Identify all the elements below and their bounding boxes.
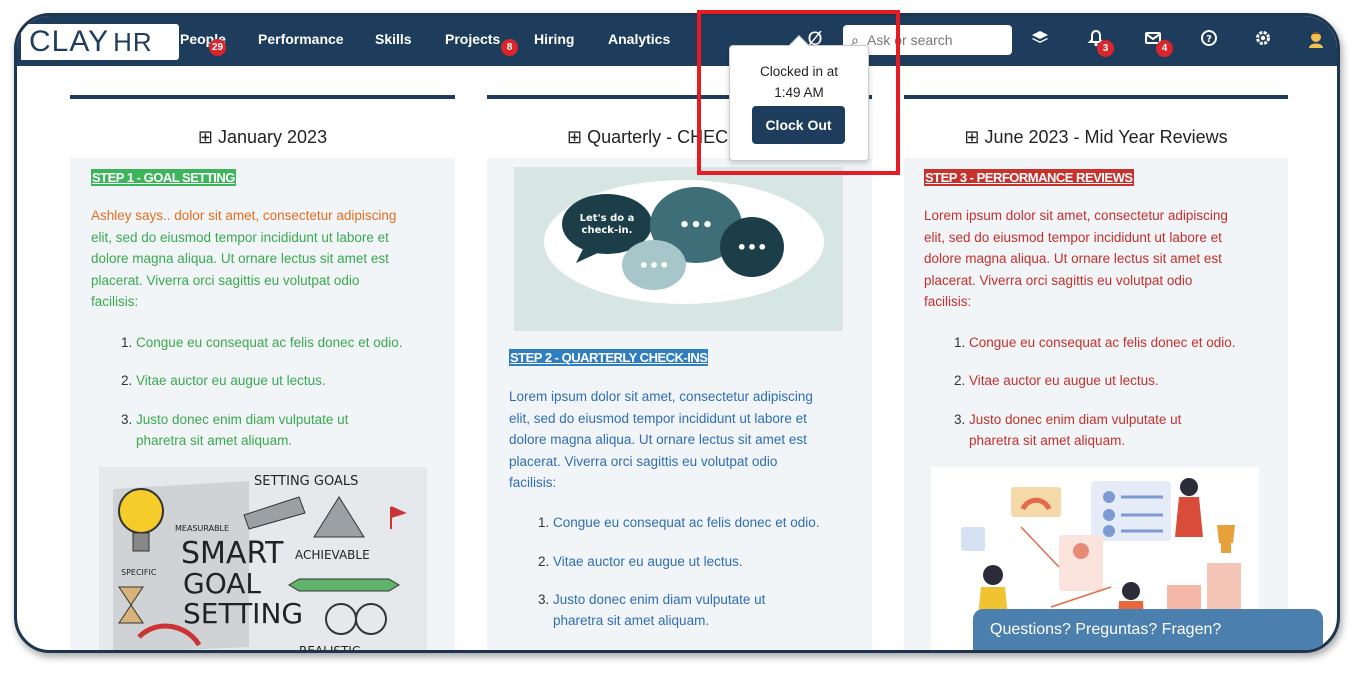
nav-performance[interactable]: Performance bbox=[258, 31, 344, 47]
column3-title-text: June 2023 - Mid Year Reviews bbox=[984, 127, 1228, 147]
column1-paragraph: Ashley says.. dolor sit amet, consectetu… bbox=[91, 205, 451, 313]
top-navbar: CLAY HR People 29 Performance Skills Proj… bbox=[17, 16, 1337, 66]
image-label-smart: SMART bbox=[181, 536, 284, 571]
logo-text: CLAY bbox=[29, 25, 110, 58]
list-item: 1. Congue eu consequat ac felis donec et… bbox=[954, 335, 1236, 350]
column1-title-text: January 2023 bbox=[218, 127, 328, 147]
nav-skills[interactable]: Skills bbox=[375, 31, 412, 47]
para-line: elit, sed do eiusmod tempor incididunt u… bbox=[509, 410, 807, 426]
list-item-text: Justo donec enim diam vulputate ut bbox=[969, 412, 1182, 427]
app-window: CLAY HR People 29 Performance Skills Proj… bbox=[14, 13, 1340, 653]
column3-top-rule bbox=[904, 95, 1288, 99]
notifications-badge: 3 bbox=[1097, 40, 1114, 57]
column3-title: ⊞ June 2023 - Mid Year Reviews bbox=[904, 127, 1288, 148]
list-item-text: Justo donec enim diam vulputate ut bbox=[553, 592, 766, 607]
list-item-text: Vitae auctor eu augue ut lectus. bbox=[969, 373, 1159, 388]
para-line: dolor sit amet, consectetur adipiscing bbox=[174, 208, 397, 223]
check-in-image: Let's do a check-in. ••• ••• ••• bbox=[514, 167, 843, 331]
svg-text:•••: ••• bbox=[737, 238, 768, 257]
step2-heading: STEP 2 - QUARTERLY CHECK-INS bbox=[509, 349, 709, 366]
para-line: placerat. Viverra orci sagittis eu volut… bbox=[509, 453, 778, 469]
nav-projects[interactable]: Projects bbox=[445, 31, 500, 47]
para-line: dolore magna aliqua. Ut ornare lectus si… bbox=[924, 251, 1222, 266]
column3-paragraph: Lorem ipsum dolor sit amet, consectetur … bbox=[924, 205, 1284, 313]
step1-heading: STEP 1 - GOAL SETTING bbox=[91, 169, 236, 186]
para-line: dolore magna aliqua. Ut ornare lectus si… bbox=[509, 432, 807, 447]
step3-heading: STEP 3 - PERFORMANCE REVIEWS bbox=[924, 169, 1134, 186]
image-label-setting: SETTING bbox=[183, 597, 303, 630]
svg-text:•••: ••• bbox=[639, 256, 670, 275]
list-item: 2. Vitae auctor eu augue ut lectus. bbox=[954, 373, 1159, 388]
para-line: elit, sed do eiusmod tempor incididunt u… bbox=[924, 229, 1222, 245]
layers-icon[interactable] bbox=[1029, 29, 1051, 51]
list-item: 2. Vitae auctor eu augue ut lectus. bbox=[538, 554, 743, 569]
list-item-text: Justo donec enim diam vulputate ut bbox=[136, 412, 349, 427]
list-item: 1. Congue eu consequat ac felis donec et… bbox=[538, 515, 820, 530]
list-item-continuation: pharetra sit amet aliquam. bbox=[969, 433, 1126, 448]
para-line: Lorem ipsum dolor sit amet, consectetur … bbox=[924, 208, 1228, 223]
image-label-achievable: ACHIEVABLE bbox=[295, 548, 370, 562]
table-grid-icon: ⊞ bbox=[567, 127, 583, 147]
list-item-text: Congue eu consequat ac felis donec et od… bbox=[553, 515, 820, 530]
help-icon[interactable]: ? bbox=[1198, 29, 1220, 51]
list-item-continuation: pharetra sit amet aliquam. bbox=[136, 433, 293, 448]
column1-title: ⊞ January 2023 bbox=[70, 127, 455, 148]
list-item: 1. Congue eu consequat ac felis donec et… bbox=[121, 335, 403, 350]
bubble-text-line2: check-in. bbox=[582, 225, 633, 236]
image-label-goal: GOAL bbox=[183, 567, 261, 600]
list-item-text: Congue eu consequat ac felis donec et od… bbox=[969, 335, 1236, 350]
clayhr-logo[interactable]: CLAY HR bbox=[21, 24, 179, 60]
intro-name: Ashley says.. bbox=[91, 208, 171, 223]
list-item-text: Congue eu consequat ac felis donec et od… bbox=[136, 335, 403, 350]
svg-text:?: ? bbox=[1206, 34, 1212, 45]
para-line: Lorem ipsum dolor sit amet, consectetur … bbox=[509, 389, 813, 404]
para-line: placerat. Viverra orci sagittis eu volut… bbox=[924, 272, 1193, 288]
user-avatar-icon[interactable] bbox=[1305, 29, 1327, 51]
image-label-setting-goals: SETTING GOALS bbox=[254, 474, 358, 489]
messages-badge: 4 bbox=[1156, 40, 1173, 57]
annotation-highlight-box bbox=[697, 10, 900, 175]
para-line: elit, sed do eiusmod tempor incididunt u… bbox=[91, 229, 389, 245]
table-grid-icon: ⊞ bbox=[197, 127, 213, 147]
questions-chat-widget[interactable]: Questions? Preguntas? Fragen? bbox=[973, 609, 1323, 650]
smart-goals-image: SETTING GOALS MEASURABLE SMART ACHIEVABL… bbox=[99, 467, 427, 653]
column1-top-rule bbox=[70, 95, 455, 99]
list-item: 3. Justo donec enim diam vulputate ut bbox=[538, 592, 766, 607]
settings-gear-icon[interactable] bbox=[1252, 29, 1274, 51]
table-grid-icon: ⊞ bbox=[964, 127, 980, 147]
column2-paragraph: Lorem ipsum dolor sit amet, consectetur … bbox=[509, 386, 869, 494]
list-item-text: Vitae auctor eu augue ut lectus. bbox=[136, 373, 326, 388]
nav-hiring[interactable]: Hiring bbox=[534, 31, 574, 47]
projects-badge: 8 bbox=[501, 39, 518, 56]
logo-hr-text: HR bbox=[113, 27, 153, 57]
svg-text:•••: ••• bbox=[679, 215, 714, 236]
list-item: 2. Vitae auctor eu augue ut lectus. bbox=[121, 373, 326, 388]
image-label-specific: SPECIFIC bbox=[121, 568, 157, 577]
list-item-text: Vitae auctor eu augue ut lectus. bbox=[553, 554, 743, 569]
image-label-realistic: REALISTIC bbox=[299, 644, 360, 653]
para-line: facilisis: bbox=[509, 475, 557, 490]
list-item-continuation: pharetra sit amet aliquam. bbox=[553, 613, 710, 628]
para-line: facilisis: bbox=[91, 294, 139, 309]
image-label-measurable: MEASURABLE bbox=[175, 524, 229, 533]
para-line: facilisis: bbox=[924, 294, 972, 309]
para-line: placerat. Viverra orci sagittis eu volut… bbox=[91, 272, 360, 288]
list-item: 3. Justo donec enim diam vulputate ut bbox=[121, 412, 349, 427]
list-item: 3. Justo donec enim diam vulputate ut bbox=[954, 412, 1182, 427]
people-badge: 29 bbox=[209, 39, 227, 56]
bubble-text-line1: Let's do a bbox=[580, 213, 635, 224]
nav-analytics[interactable]: Analytics bbox=[608, 31, 670, 47]
para-line: dolore magna aliqua. Ut ornare lectus si… bbox=[91, 251, 389, 266]
